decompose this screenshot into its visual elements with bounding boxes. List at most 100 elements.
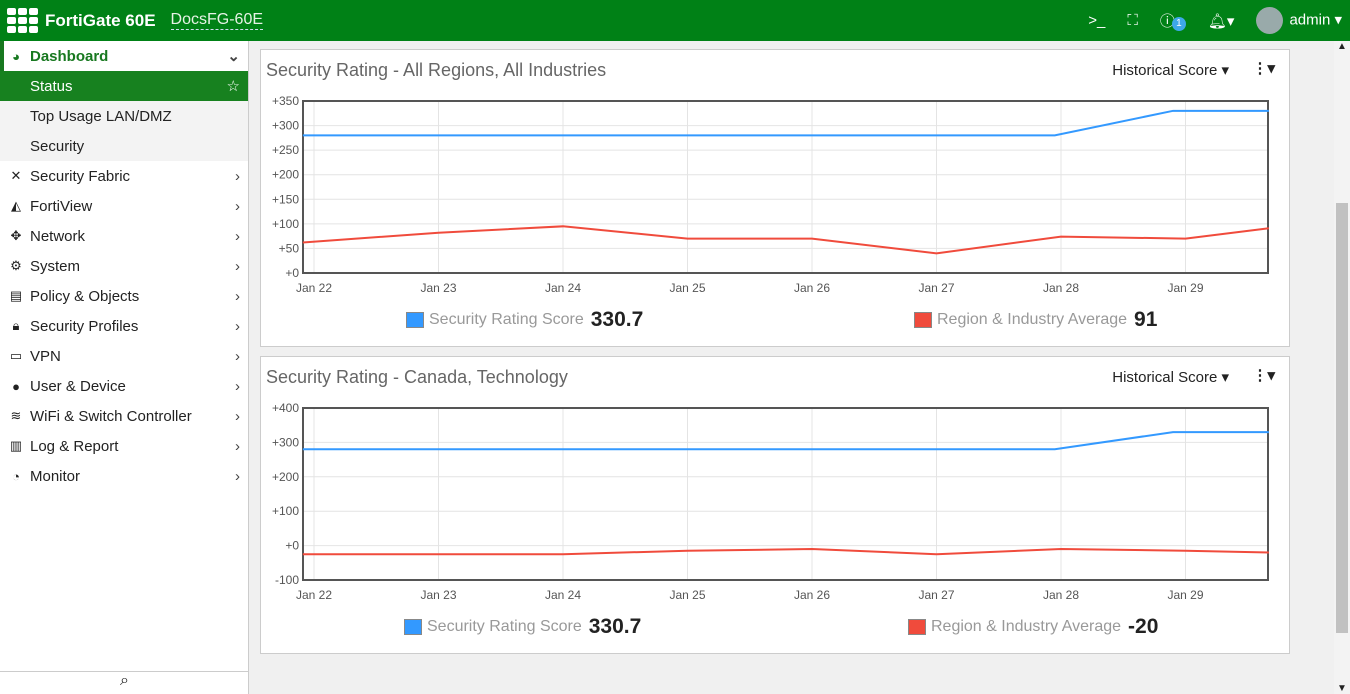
scrollbar-thumb[interactable] bbox=[1336, 203, 1348, 633]
sidebar-item-dashboard[interactable]: ◕ Dashboard ⌄ bbox=[0, 41, 248, 71]
panel-menu-button[interactable]: ⋮▾ bbox=[1252, 59, 1275, 77]
search-button[interactable]: ⌕ bbox=[0, 671, 249, 694]
y-tick-label: +400 bbox=[272, 401, 299, 415]
chevron-right-icon: › bbox=[235, 467, 240, 485]
avatar bbox=[1256, 7, 1284, 34]
panel-menu-button[interactable]: ⋮▾ bbox=[1252, 366, 1275, 384]
sidebar-item-monitor[interactable]: ◔ Monitor › bbox=[0, 461, 248, 491]
sidebar-item-status[interactable]: Status ☆ bbox=[0, 71, 248, 101]
sidebar-item-network[interactable]: ✥ Network › bbox=[0, 221, 248, 251]
sidebar-item-wifi-switch-controller[interactable]: ≋ WiFi & Switch Controller › bbox=[0, 401, 248, 431]
sidebar-item-user-device[interactable]: ● User & Device › bbox=[0, 371, 248, 401]
average-value: -20 bbox=[1128, 615, 1159, 638]
average-line bbox=[302, 225, 1270, 255]
label: System bbox=[30, 257, 81, 275]
y-tick-label: +300 bbox=[272, 119, 299, 133]
sidebar-item-system[interactable]: ⚙ System › bbox=[0, 251, 248, 281]
user-menu[interactable]: admin ▾ bbox=[1256, 7, 1342, 34]
search-icon: ⌕ bbox=[120, 672, 129, 689]
legend-score: Security Rating Score 330.7 bbox=[404, 615, 641, 639]
security-rating-panel-all: Security Rating - All Regions, All Indus… bbox=[260, 49, 1290, 347]
dropdown-label: Historical Score bbox=[1112, 62, 1218, 79]
y-tick-label: +150 bbox=[272, 192, 299, 206]
laptop-icon: ▭ bbox=[9, 348, 23, 363]
sidebar-item-vpn[interactable]: ▭ VPN › bbox=[0, 341, 248, 371]
star-icon[interactable]: ☆ bbox=[227, 77, 240, 95]
y-tick-label: +100 bbox=[272, 217, 299, 231]
sidebar-item-top-usage[interactable]: Top Usage LAN/DMZ bbox=[0, 101, 248, 131]
y-tick-label: +200 bbox=[272, 168, 299, 182]
legend-label: Region & Industry Average bbox=[931, 618, 1122, 635]
fortinet-logo-icon bbox=[7, 8, 38, 33]
historical-score-dropdown[interactable]: Historical Score ▾ bbox=[1112, 368, 1229, 386]
chevron-right-icon: › bbox=[235, 197, 240, 215]
x-tick-label: Jan 29 bbox=[1167, 588, 1203, 602]
scrollbar[interactable]: ▲ ▼ bbox=[1334, 41, 1350, 694]
sidebar-item-security[interactable]: Security bbox=[0, 131, 248, 161]
chevron-right-icon: › bbox=[235, 167, 240, 185]
x-tick-label: Jan 24 bbox=[545, 281, 581, 295]
label: Network bbox=[30, 227, 86, 245]
y-tick-label: +350 bbox=[272, 94, 299, 108]
label: Security bbox=[30, 137, 85, 155]
scroll-up-icon[interactable]: ▲ bbox=[1334, 41, 1350, 52]
label: Security Fabric bbox=[30, 167, 131, 185]
label: Top Usage LAN/DMZ bbox=[30, 107, 172, 125]
cli-console-icon[interactable]: >_ bbox=[1088, 12, 1105, 29]
fullscreen-icon[interactable]: ⛶ bbox=[1127, 12, 1138, 29]
label: FortiView bbox=[30, 197, 93, 215]
y-tick-label: +200 bbox=[272, 470, 299, 484]
legend-average: Region & Industry Average -20 bbox=[908, 615, 1158, 639]
historical-score-dropdown[interactable]: Historical Score ▾ bbox=[1112, 61, 1229, 79]
bell-icon[interactable]: 🔔︎▾ bbox=[1208, 12, 1235, 30]
sidebar-item-policy-objects[interactable]: ▤ Policy & Objects › bbox=[0, 281, 248, 311]
average-line bbox=[302, 548, 1269, 556]
wifi-icon: ≋ bbox=[10, 408, 22, 423]
label: Security Profiles bbox=[30, 317, 139, 335]
dashboard-icon: ◕ bbox=[12, 48, 20, 64]
chevron-right-icon: › bbox=[235, 437, 240, 455]
legend-score: Security Rating Score 330.7 bbox=[406, 308, 643, 332]
x-tick-label: Jan 25 bbox=[669, 588, 705, 602]
score-value: 330.7 bbox=[590, 308, 644, 331]
chart-area-icon: ◭ bbox=[11, 198, 21, 213]
x-tick-label: Jan 26 bbox=[794, 588, 830, 602]
legend-label: Security Rating Score bbox=[429, 311, 584, 328]
label: User & Device bbox=[30, 377, 126, 395]
help-button[interactable]: ⓘ1 bbox=[1160, 10, 1186, 31]
label: Monitor bbox=[30, 467, 81, 485]
hostname[interactable]: DocsFG-60E bbox=[170, 11, 264, 30]
sidebar-item-log-report[interactable]: ▥ Log & Report › bbox=[0, 431, 248, 461]
x-tick-label: Jan 23 bbox=[420, 588, 456, 602]
score-line bbox=[302, 109, 1269, 137]
y-tick-label: +0 bbox=[285, 539, 299, 553]
pie-chart-icon: ◔ bbox=[12, 468, 20, 484]
sidebar-item-security-fabric[interactable]: ✕ Security Fabric › bbox=[0, 161, 248, 191]
scroll-down-icon[interactable]: ▼ bbox=[1334, 683, 1350, 694]
x-tick-label: Jan 28 bbox=[1043, 281, 1079, 295]
username: admin bbox=[1289, 11, 1331, 29]
y-tick-label: +100 bbox=[272, 504, 299, 518]
y-tick-label: +0 bbox=[285, 266, 299, 280]
user-icon: ● bbox=[12, 378, 20, 394]
label: Policy & Objects bbox=[30, 287, 140, 305]
fabric-icon: ✕ bbox=[10, 168, 22, 183]
sidebar-item-fortiview[interactable]: ◭ FortiView › bbox=[0, 191, 248, 221]
label: WiFi & Switch Controller bbox=[30, 407, 192, 425]
legend-swatch bbox=[406, 312, 424, 328]
legend-average: Region & Industry Average 91 bbox=[914, 308, 1157, 332]
legend-swatch bbox=[908, 619, 926, 635]
x-tick-label: Jan 26 bbox=[794, 281, 830, 295]
label: Log & Report bbox=[30, 437, 119, 455]
y-tick-label: +300 bbox=[272, 435, 299, 449]
x-tick-label: Jan 24 bbox=[545, 588, 581, 602]
chevron-right-icon: › bbox=[235, 317, 240, 335]
sidebar-item-security-profiles[interactable]: 🔒︎ Security Profiles › bbox=[0, 311, 248, 341]
legend-swatch bbox=[404, 619, 422, 635]
chart: +0 +50 +100 +150 +200 +250 +300 +350 Jan 22 Jan 2… bbox=[272, 94, 1270, 295]
bar-chart-icon: ▥ bbox=[9, 438, 23, 453]
y-tick-label: +250 bbox=[272, 143, 299, 157]
x-tick-label: Jan 22 bbox=[296, 281, 332, 295]
x-tick-label: Jan 28 bbox=[1043, 588, 1079, 602]
chevron-right-icon: › bbox=[235, 287, 240, 305]
